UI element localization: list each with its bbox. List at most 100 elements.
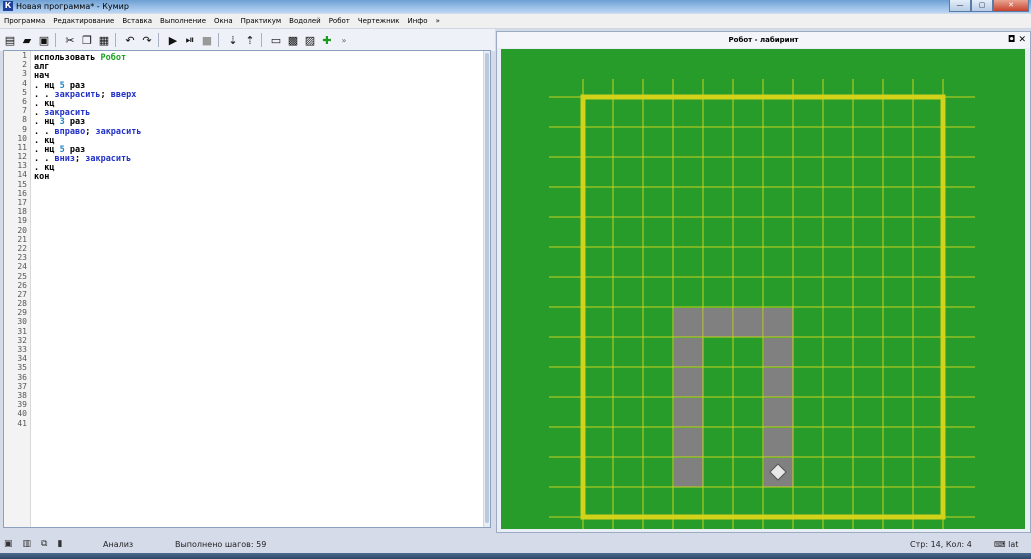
line-number: 29 — [17, 308, 27, 318]
line-number: 4 — [22, 78, 27, 88]
menu-insert[interactable]: Вставка — [118, 14, 156, 28]
toolbar-divider — [115, 33, 116, 47]
maximize-button[interactable]: ▢ — [971, 0, 993, 12]
code-token: ; — [85, 126, 96, 137]
code-area[interactable]: использовать Робот алг нач. нц 5 раз. . за… — [34, 53, 142, 183]
code-line[interactable]: алг — [34, 63, 142, 72]
stop-icon[interactable]: ■ — [200, 33, 214, 47]
line-number: 41 — [17, 418, 27, 428]
line-number-gutter: 1 2 3 4 5 6 7 8 9 10 11 12 13 14 15 16 17 18 19 20 21 22 23 24 2… — [4, 51, 31, 527]
trash-icon[interactable]: ▮ — [57, 537, 62, 552]
code-editor[interactable]: 1 2 3 4 5 6 7 8 9 10 11 12 13 14 15 16 17 18 19 20 21 22 23 24 2… — [3, 50, 491, 528]
step-out-icon[interactable]: ⇡ — [243, 33, 257, 47]
robot-field-canvas — [501, 49, 1025, 535]
line-number: 20 — [17, 225, 27, 235]
robot-panel-controls[interactable]: ◘ ✕ — [1008, 32, 1026, 48]
painted-cell — [764, 428, 793, 457]
line-number: 14 — [17, 170, 27, 180]
line-number: 22 — [17, 243, 27, 253]
scrollbar-thumb[interactable] — [485, 53, 489, 523]
keyboard-layout[interactable]: ⌨ lat — [994, 537, 1018, 552]
code-token: ; — [100, 89, 111, 100]
line-number: 8 — [22, 115, 27, 125]
code-token: вправо — [54, 126, 86, 137]
line-number: 27 — [17, 289, 27, 299]
code-line[interactable]: кон — [34, 173, 142, 182]
menu-robot[interactable]: Робот — [325, 14, 354, 28]
code-line[interactable]: . кц — [34, 164, 142, 173]
line-number: 26 — [17, 280, 27, 290]
line-number: 23 — [17, 253, 27, 263]
taskbar — [0, 553, 1031, 559]
menu-vodoley[interactable]: Водолей — [285, 14, 325, 28]
painted-cell — [764, 338, 793, 367]
toolbar-divider — [158, 33, 159, 47]
line-number: 21 — [17, 234, 27, 244]
painted-cell — [764, 368, 793, 397]
line-number: 19 — [17, 216, 27, 226]
save-icon[interactable]: ▣ — [37, 33, 51, 47]
copy-output-icon[interactable]: ⧉ — [41, 537, 47, 552]
line-number: 37 — [17, 381, 27, 391]
line-number: 9 — [22, 124, 27, 134]
painted-cell — [674, 458, 703, 487]
line-number: 2 — [22, 60, 27, 70]
cut-icon[interactable]: ✂ — [63, 33, 77, 47]
window-title: Новая программа* - Кумир — [16, 2, 129, 11]
line-number: 17 — [17, 198, 27, 207]
painted-cell — [674, 428, 703, 457]
line-number: 18 — [17, 207, 27, 217]
undo-icon[interactable]: ↶ — [123, 33, 137, 47]
code-token: вверх — [110, 89, 137, 100]
line-number: 16 — [17, 188, 27, 198]
new-file-icon[interactable]: ▤ — [3, 33, 17, 47]
analysis-status: Анализ — [103, 540, 134, 549]
toolbar-divider — [55, 33, 56, 47]
menu-program[interactable]: Программа — [0, 14, 49, 28]
menu-drawer[interactable]: Чертежник — [354, 14, 404, 28]
step-run-icon[interactable]: ⏯ — [183, 33, 197, 47]
code-token: ; — [74, 154, 86, 165]
window2-icon[interactable]: ▩ — [286, 33, 300, 47]
window3-icon[interactable]: ▨ — [303, 33, 317, 47]
line-number: 3 — [22, 69, 27, 79]
redo-icon[interactable]: ↷ — [140, 33, 154, 47]
robot-panel-header: Робот - лабиринт ◘ ✕ — [497, 32, 1030, 48]
debug-icon[interactable]: ▥ — [23, 537, 32, 552]
menu-edit[interactable]: Редактирование — [49, 14, 118, 28]
step-into-icon[interactable]: ⇣ — [226, 33, 240, 47]
code-token: Робот — [100, 53, 127, 63]
menu-more[interactable]: » — [432, 14, 444, 28]
cursor-position: Стр: 14, Кол: 4 — [910, 540, 972, 549]
run-icon[interactable]: ▶ — [166, 33, 180, 47]
line-number: 15 — [17, 179, 27, 189]
close-button[interactable]: ✕ — [993, 0, 1029, 12]
layout-label: lat — [1008, 540, 1019, 549]
paste-icon[interactable]: ▦ — [97, 33, 111, 47]
code-token: закрасить — [85, 154, 132, 165]
line-number: 40 — [17, 409, 27, 419]
panel-toggle-icon[interactable]: ▣ — [4, 537, 13, 552]
toolbar-more[interactable]: » — [337, 33, 351, 47]
robot-window-icon[interactable]: ✚ — [320, 33, 334, 47]
window1-icon[interactable]: ▭ — [269, 33, 283, 47]
minimize-button[interactable]: — — [949, 0, 971, 12]
painted-cell — [674, 368, 703, 397]
line-number: 12 — [17, 152, 27, 162]
menu-info[interactable]: Инфо — [403, 14, 431, 28]
painted-cell — [674, 308, 703, 337]
painted-cell — [674, 398, 703, 427]
line-number: 5 — [22, 87, 27, 97]
vertical-scrollbar[interactable] — [483, 51, 490, 527]
toolbar: ▤ ▰ ▣ ✂ ❐ ▦ ↶ ↷ ▶ ⏯ ■ ⇣ ⇡ ▭ ▩ ▨ ✚ » — [0, 29, 495, 51]
line-number: 6 — [22, 96, 27, 106]
menu-windows[interactable]: Окна — [210, 14, 237, 28]
code-line[interactable]: использовать Робот — [34, 53, 142, 63]
window-controls: — ▢ ✕ — [949, 0, 1029, 12]
line-number: 30 — [17, 317, 27, 327]
menu-practicum[interactable]: Практикум — [237, 14, 286, 28]
menu-run[interactable]: Выполнение — [156, 14, 210, 28]
robot-panel: Робот - лабиринт ◘ ✕ — [496, 31, 1031, 535]
open-folder-icon[interactable]: ▰ — [20, 33, 34, 47]
copy-icon[interactable]: ❐ — [80, 33, 94, 47]
